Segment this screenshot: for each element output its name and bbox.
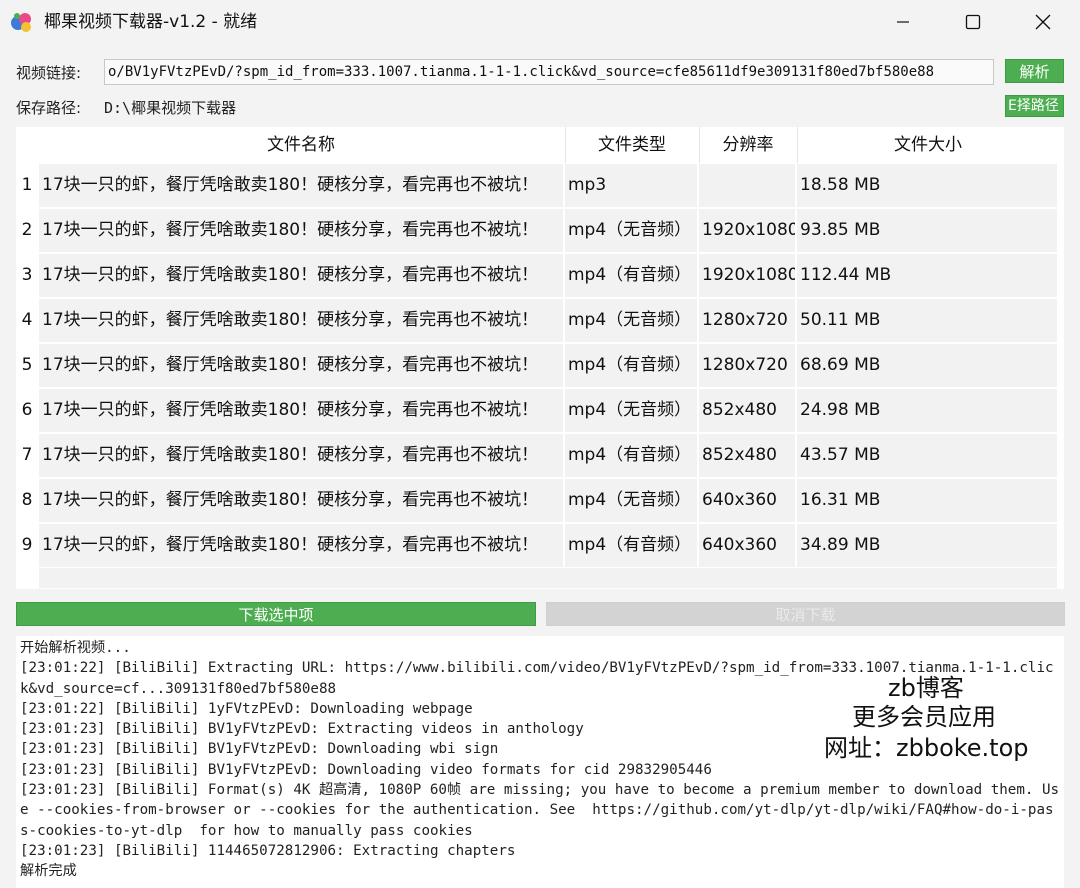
file-size-cell: 24.98 MB [797,389,1057,432]
resolution-cell [699,164,795,207]
resolution-cell: 640x360 [699,524,795,567]
file-type-cell: mp4（有音频） [565,434,697,477]
table-row[interactable]: 4 17块一只的虾，餐厅凭啥敢卖180！硬核分享，看完再也不被坑！ mp4（无音频）… [16,298,1064,343]
resolution-cell: 852x480 [699,434,795,477]
maximize-icon [965,14,981,30]
file-name-cell: 17块一只的虾，餐厅凭啥敢卖180！硬核分享，看完再也不被坑！ [39,209,563,252]
column-header-size[interactable]: 文件大小 [797,127,1058,163]
row-number: 3 [16,253,38,298]
file-size-cell: 112.44 MB [797,254,1057,297]
row-number: 9 [16,523,38,568]
resolution-cell: 640x360 [699,479,795,522]
table-row[interactable]: 1 17块一只的虾，餐厅凭啥敢卖180！硬核分享，看完再也不被坑！ mp3 18.58… [16,163,1064,208]
title-bar: 椰果视频下载器-v1.2 - 就绪 [0,0,1080,44]
file-name-cell: 17块一只的虾，餐厅凭啥敢卖180！硬核分享，看完再也不被坑！ [39,389,563,432]
file-type-cell: mp4（无音频） [565,389,697,432]
watermark-line-3: 网址：zbboke.top [824,734,1029,762]
resolution-cell: 1280x720 [699,344,795,387]
watermark-line-2: 更多会员应用 [852,703,996,731]
close-icon [1035,14,1051,30]
table-row[interactable]: 7 17块一只的虾，餐厅凭啥敢卖180！硬核分享，看完再也不被坑！ mp4（有音频）… [16,433,1064,478]
table-row[interactable]: 5 17块一只的虾，餐厅凭啥敢卖180！硬核分享，看完再也不被坑！ mp4（有音频）… [16,343,1064,388]
table-row[interactable]: 6 17块一只的虾，餐厅凭啥敢卖180！硬核分享，看完再也不被坑！ mp4（无音频）… [16,388,1064,433]
file-type-cell: mp4（有音频） [565,344,697,387]
column-header-name[interactable]: 文件名称 [39,127,563,163]
app-logo-icon [10,10,34,34]
row-number: 4 [16,298,38,343]
save-path-label: 保存路径: [16,99,82,117]
file-size-cell: 34.89 MB [797,524,1057,567]
log-line: [23:01:23] [BiliBili] Format(s) 4K 超高清, … [20,782,1060,839]
log-line: 开始解析视频... [20,640,131,656]
file-type-cell: mp4（无音频） [565,479,697,522]
file-name-cell: 17块一只的虾，餐厅凭啥敢卖180！硬核分享，看完再也不被坑！ [39,164,563,207]
cancel-download-button[interactable]: 取消下载 [546,602,1065,626]
file-type-cell: mp4（有音频） [565,524,697,567]
file-name-cell: 17块一只的虾，餐厅凭啥敢卖180！硬核分享，看完再也不被坑！ [39,254,563,297]
table-row[interactable]: 8 17块一只的虾，餐厅凭啥敢卖180！硬核分享，看完再也不被坑！ mp4（无音频）… [16,478,1064,523]
table-empty-row [39,568,1057,588]
log-line: [23:01:23] [BiliBili] 114465072812906: E… [20,842,516,859]
file-name-cell: 17块一只的虾，餐厅凭啥敢卖180！硬核分享，看完再也不被坑！ [39,344,563,387]
file-type-cell: mp4（无音频） [565,209,697,252]
file-size-cell: 68.69 MB [797,344,1057,387]
column-header-type[interactable]: 文件类型 [565,127,698,163]
minimize-button[interactable] [872,0,934,44]
minimize-icon [897,21,909,23]
file-size-cell: 16.31 MB [797,479,1057,522]
resolution-cell: 1920x1080 [699,254,795,297]
window-title: 椰果视频下载器-v1.2 - 就绪 [44,12,258,32]
file-type-cell: mp3 [565,164,697,207]
file-type-cell: mp4（有音频） [565,254,697,297]
file-size-cell: 43.57 MB [797,434,1057,477]
resolution-cell: 1280x720 [699,299,795,342]
log-line: 解析完成 [20,863,77,880]
file-name-cell: 17块一只的虾，餐厅凭啥敢卖180！硬核分享，看完再也不被坑！ [39,479,563,522]
url-label: 视频链接: [16,64,82,82]
row-number: 7 [16,433,38,478]
url-input[interactable]: o/BV1yFVtzPEvD/?spm_id_from=333.1007.tia… [104,59,994,85]
resolution-cell: 1920x1080 [699,209,795,252]
maximize-button[interactable] [942,0,1004,44]
row-number: 1 [16,163,38,208]
file-size-cell: 93.85 MB [797,209,1057,252]
file-size-cell: 50.11 MB [797,299,1057,342]
file-name-cell: 17块一只的虾，餐厅凭啥敢卖180！硬核分享，看完再也不被坑！ [39,524,563,567]
choose-path-button[interactable]: E择路径 [1005,95,1064,117]
row-number: 8 [16,478,38,523]
file-table: 文件名称 文件类型 分辨率 文件大小 1 17块一只的虾，餐厅凭啥敢卖180！硬核… [16,127,1064,589]
table-row[interactable]: 2 17块一只的虾，餐厅凭啥敢卖180！硬核分享，看完再也不被坑！ mp4（无音频）… [16,208,1064,253]
file-type-cell: mp4（无音频） [565,299,697,342]
row-number: 6 [16,388,38,433]
table-row[interactable]: 9 17块一只的虾，餐厅凭啥敢卖180！硬核分享，看完再也不被坑！ mp4（有音频）… [16,523,1064,568]
parse-button[interactable]: 解析 [1005,59,1064,83]
resolution-cell: 852x480 [699,389,795,432]
file-name-cell: 17块一只的虾，餐厅凭啥敢卖180！硬核分享，看完再也不被坑！ [39,434,563,477]
file-size-cell: 18.58 MB [797,164,1057,207]
save-path-value: D:\椰果视频下载器 [104,99,237,117]
row-number: 5 [16,343,38,388]
column-header-resolution[interactable]: 分辨率 [699,127,796,163]
row-number: 2 [16,208,38,253]
table-row[interactable]: 3 17块一只的虾，餐厅凭啥敢卖180！硬核分享，看完再也不被坑！ mp4（有音频）… [16,253,1064,298]
download-selected-button[interactable]: 下载选中项 [16,602,536,626]
file-name-cell: 17块一只的虾，餐厅凭啥敢卖180！硬核分享，看完再也不被坑！ [39,299,563,342]
close-button[interactable] [1012,0,1074,44]
